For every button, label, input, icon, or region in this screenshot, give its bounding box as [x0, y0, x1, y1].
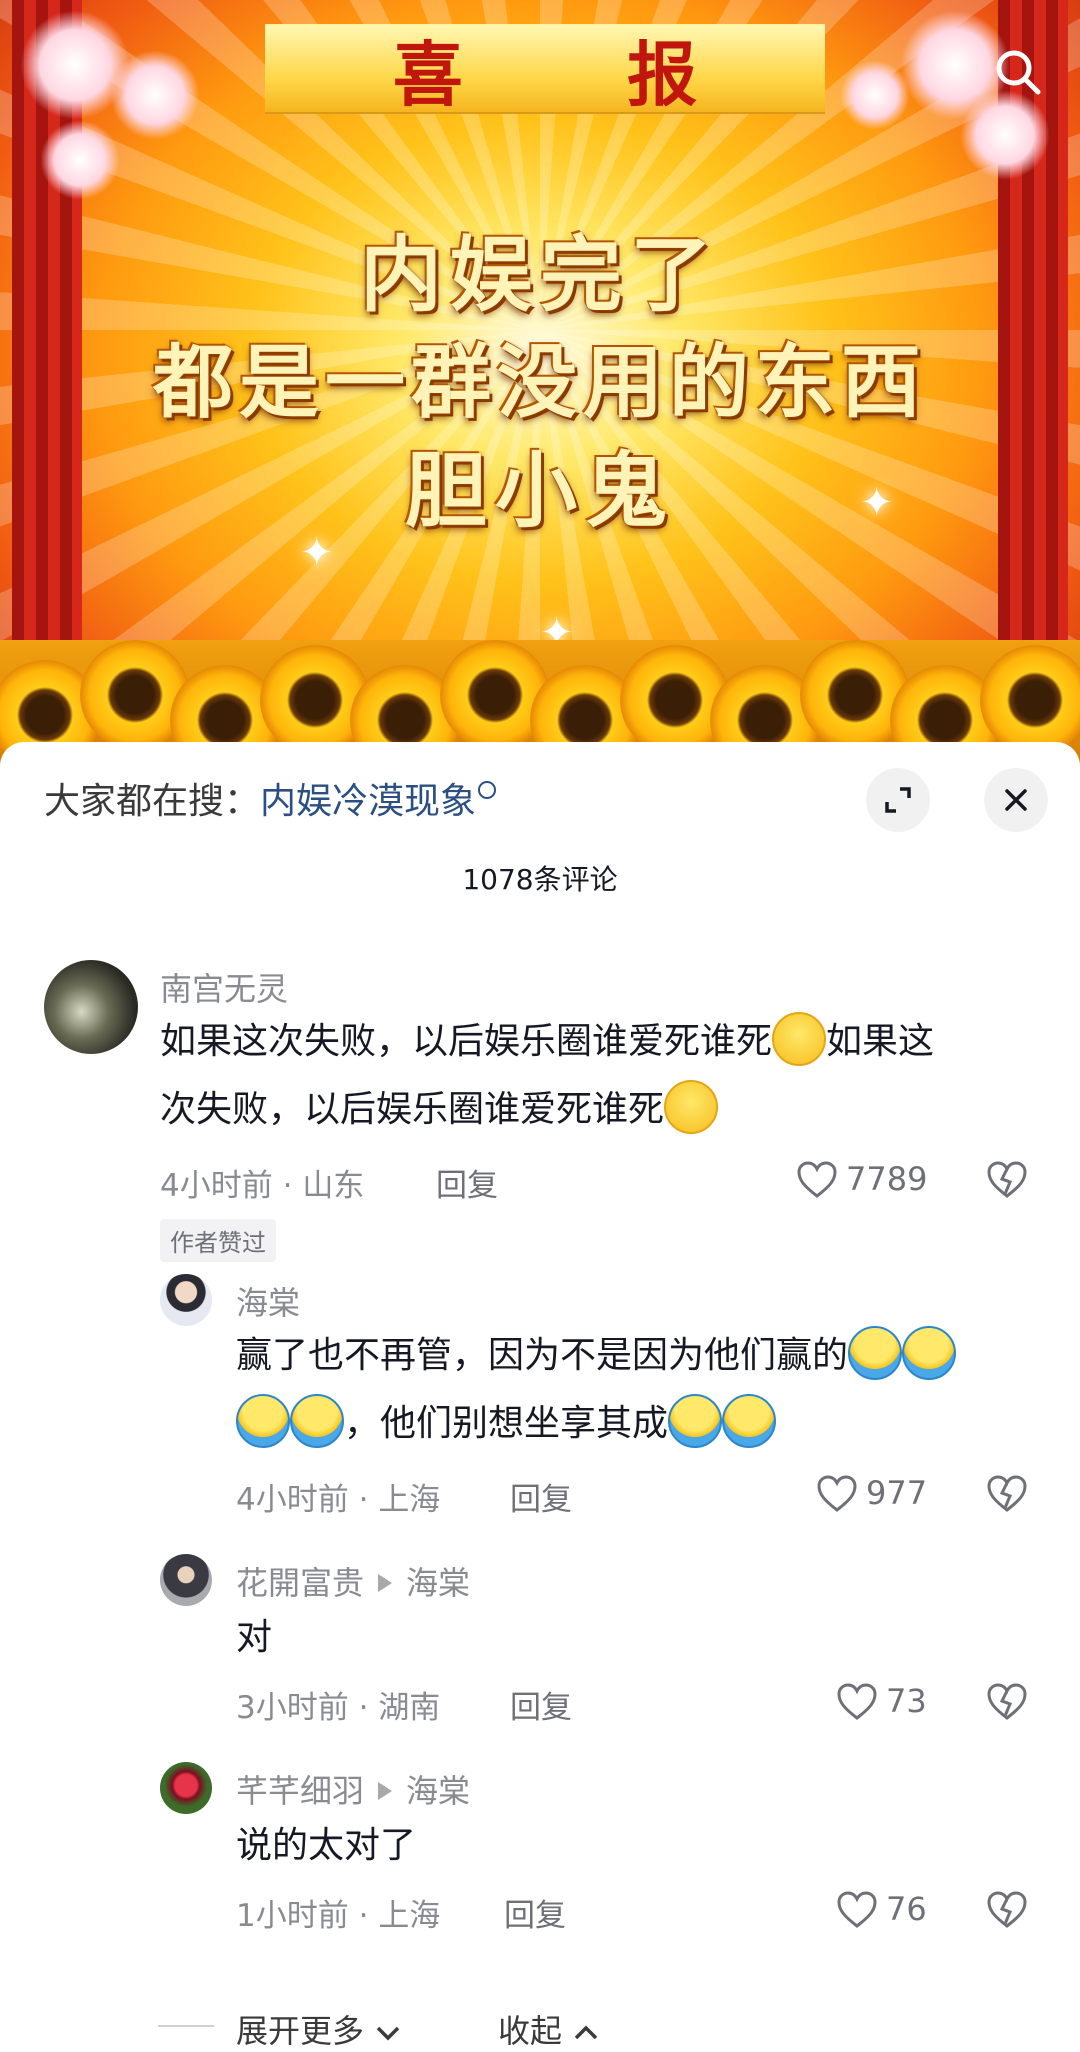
banner-title: 喜 报 [392, 32, 768, 116]
meta-separator: · [282, 1168, 293, 1204]
comment-time: 4小时前 [236, 1482, 349, 1518]
crying-emoji-icon [236, 1394, 290, 1448]
comment-count: 1078条评论 [462, 863, 618, 896]
crying-emoji-icon [848, 1326, 903, 1380]
comment-location: 山东 [302, 1168, 365, 1204]
collapse-label: 收起 [498, 2012, 563, 2050]
post-image: 喜 报 内娱完了 都是一群没用的东西 胆小鬼 ✦ ✦ ✦ ✦ ✦ [0, 0, 1080, 780]
dislike-icon[interactable] [986, 1682, 1028, 1722]
banner-line-2: 都是一群没用的东西 [153, 336, 927, 429]
avatar[interactable] [44, 960, 138, 1054]
expand-more-label: 展开更多 [236, 2012, 365, 2050]
author-liked-badge: 作者赞过 [160, 1219, 276, 1262]
banner-line-3: 胆小鬼 [404, 444, 675, 539]
banner-line-1: 内娱完了 [359, 228, 720, 323]
comment-username: 芊芊细羽 海棠 [236, 1766, 470, 1812]
comment-location: 上海 [378, 1482, 441, 1518]
comment-user[interactable]: 花開富贵 [236, 1564, 364, 1602]
comment-text-part: 赢了也不再管，因为不是因为他们赢的 [236, 1335, 849, 1376]
trending-prefix: 大家都在搜： [44, 781, 261, 822]
smile-emoji-icon [664, 1080, 719, 1134]
reply-button[interactable]: 回复 [510, 1474, 572, 1519]
sparkle-icon: ✦ [860, 480, 894, 526]
meta-separator: · [358, 1898, 369, 1934]
smile-emoji-icon [772, 1012, 827, 1066]
comment-text-part: 如果这 [826, 1021, 935, 1062]
dislike-icon[interactable] [986, 1160, 1028, 1200]
comment-meta: 1小时前 · 上海 [236, 1890, 440, 1935]
like-count: 76 [886, 1890, 927, 1928]
comment-sheet: 大家都在搜：内娱冷漠现象 1078条评论 南宫无灵 如果这次失败，以后娱乐圈谁爱… [0, 742, 1080, 2050]
comment-time: 4小时前 [160, 1168, 273, 1204]
comment-text-part: 次失败，以后娱乐圈谁爱死谁死 [160, 1089, 665, 1130]
reply-button[interactable]: 回复 [510, 1682, 572, 1727]
comment-username[interactable]: 海棠 [236, 1278, 300, 1324]
comment-text: 如果这次失败，以后娱乐圈谁爱死谁死 如果这 次失败，以后娱乐圈谁爱死谁死 [160, 1008, 1040, 1144]
comment-location: 上海 [378, 1898, 441, 1934]
like-count: 73 [886, 1682, 927, 1720]
meta-separator: · [358, 1482, 369, 1518]
blossom [110, 50, 200, 140]
reply-button[interactable]: 回复 [436, 1160, 498, 1205]
sparkle-icon: ✦ [300, 530, 334, 576]
reply-arrow-icon [378, 1574, 393, 1592]
crying-emoji-icon [290, 1394, 344, 1448]
search-button[interactable] [986, 40, 1050, 104]
close-button[interactable] [984, 768, 1048, 832]
reply-to-user[interactable]: 海棠 [406, 1772, 470, 1810]
like-count: 7789 [846, 1160, 928, 1198]
comment-meta: 4小时前 · 上海 [236, 1474, 440, 1519]
comment-username: 花開富贵 海棠 [236, 1558, 470, 1604]
comment-user[interactable]: 芊芊细羽 [236, 1772, 364, 1810]
comment-time: 3小时前 [236, 1690, 349, 1726]
crying-emoji-icon [668, 1394, 723, 1448]
chevron-up-icon [574, 2025, 598, 2040]
comment-text-part: ，他们别想坐享其成 [344, 1403, 669, 1444]
heart-icon[interactable] [796, 1160, 838, 1200]
search-icon [996, 50, 1041, 95]
close-icon [1005, 789, 1027, 811]
meta-separator: · [358, 1690, 369, 1726]
reply-button[interactable]: 回复 [504, 1890, 566, 1935]
collapse-button[interactable]: 收起 [498, 2006, 600, 2052]
dislike-icon[interactable] [986, 1890, 1028, 1930]
chevron-down-icon [376, 2026, 400, 2041]
comment-username[interactable]: 南宫无灵 [160, 964, 288, 1010]
comment-meta: 3小时前 · 湖南 [236, 1682, 440, 1727]
trending-term[interactable]: 内娱冷漠现象 [260, 781, 476, 822]
expand-more-button[interactable]: 展开更多 [236, 2006, 402, 2052]
like-count: 977 [866, 1474, 928, 1512]
comment-text: 对 [236, 1617, 273, 1658]
comment-text: 说的太对了 [236, 1825, 417, 1866]
reply-to-user[interactable]: 海棠 [406, 1564, 470, 1602]
heart-icon[interactable] [836, 1890, 878, 1930]
title-plate: 喜 报 [265, 24, 825, 116]
crying-emoji-icon [722, 1394, 777, 1448]
blossom [840, 60, 910, 130]
avatar[interactable] [160, 1274, 212, 1326]
dislike-icon[interactable] [986, 1474, 1028, 1514]
avatar[interactable] [160, 1554, 212, 1606]
heart-icon[interactable] [836, 1682, 878, 1722]
expand-button[interactable] [866, 768, 930, 832]
comment-time: 1小时前 [236, 1898, 349, 1934]
comment-text-part: 如果这次失败，以后娱乐圈谁爱死谁死 [160, 1021, 773, 1062]
crying-emoji-icon [902, 1326, 957, 1380]
sunflower [980, 645, 1080, 755]
trending-search[interactable]: 大家都在搜：内娱冷漠现象 [44, 772, 497, 824]
expand-icon [885, 787, 911, 813]
thread-divider [158, 2025, 214, 2027]
avatar[interactable] [160, 1762, 212, 1814]
mini-search-icon [478, 781, 497, 799]
comment-text: 赢了也不再管，因为不是因为他们赢的 ，他们别想坐享其成 [236, 1322, 1046, 1458]
comment-meta: 4小时前 · 山东 [160, 1160, 364, 1205]
blossom [40, 120, 120, 200]
heart-icon[interactable] [816, 1474, 858, 1514]
comment-location: 湖南 [378, 1690, 441, 1726]
reply-arrow-icon [378, 1782, 393, 1800]
